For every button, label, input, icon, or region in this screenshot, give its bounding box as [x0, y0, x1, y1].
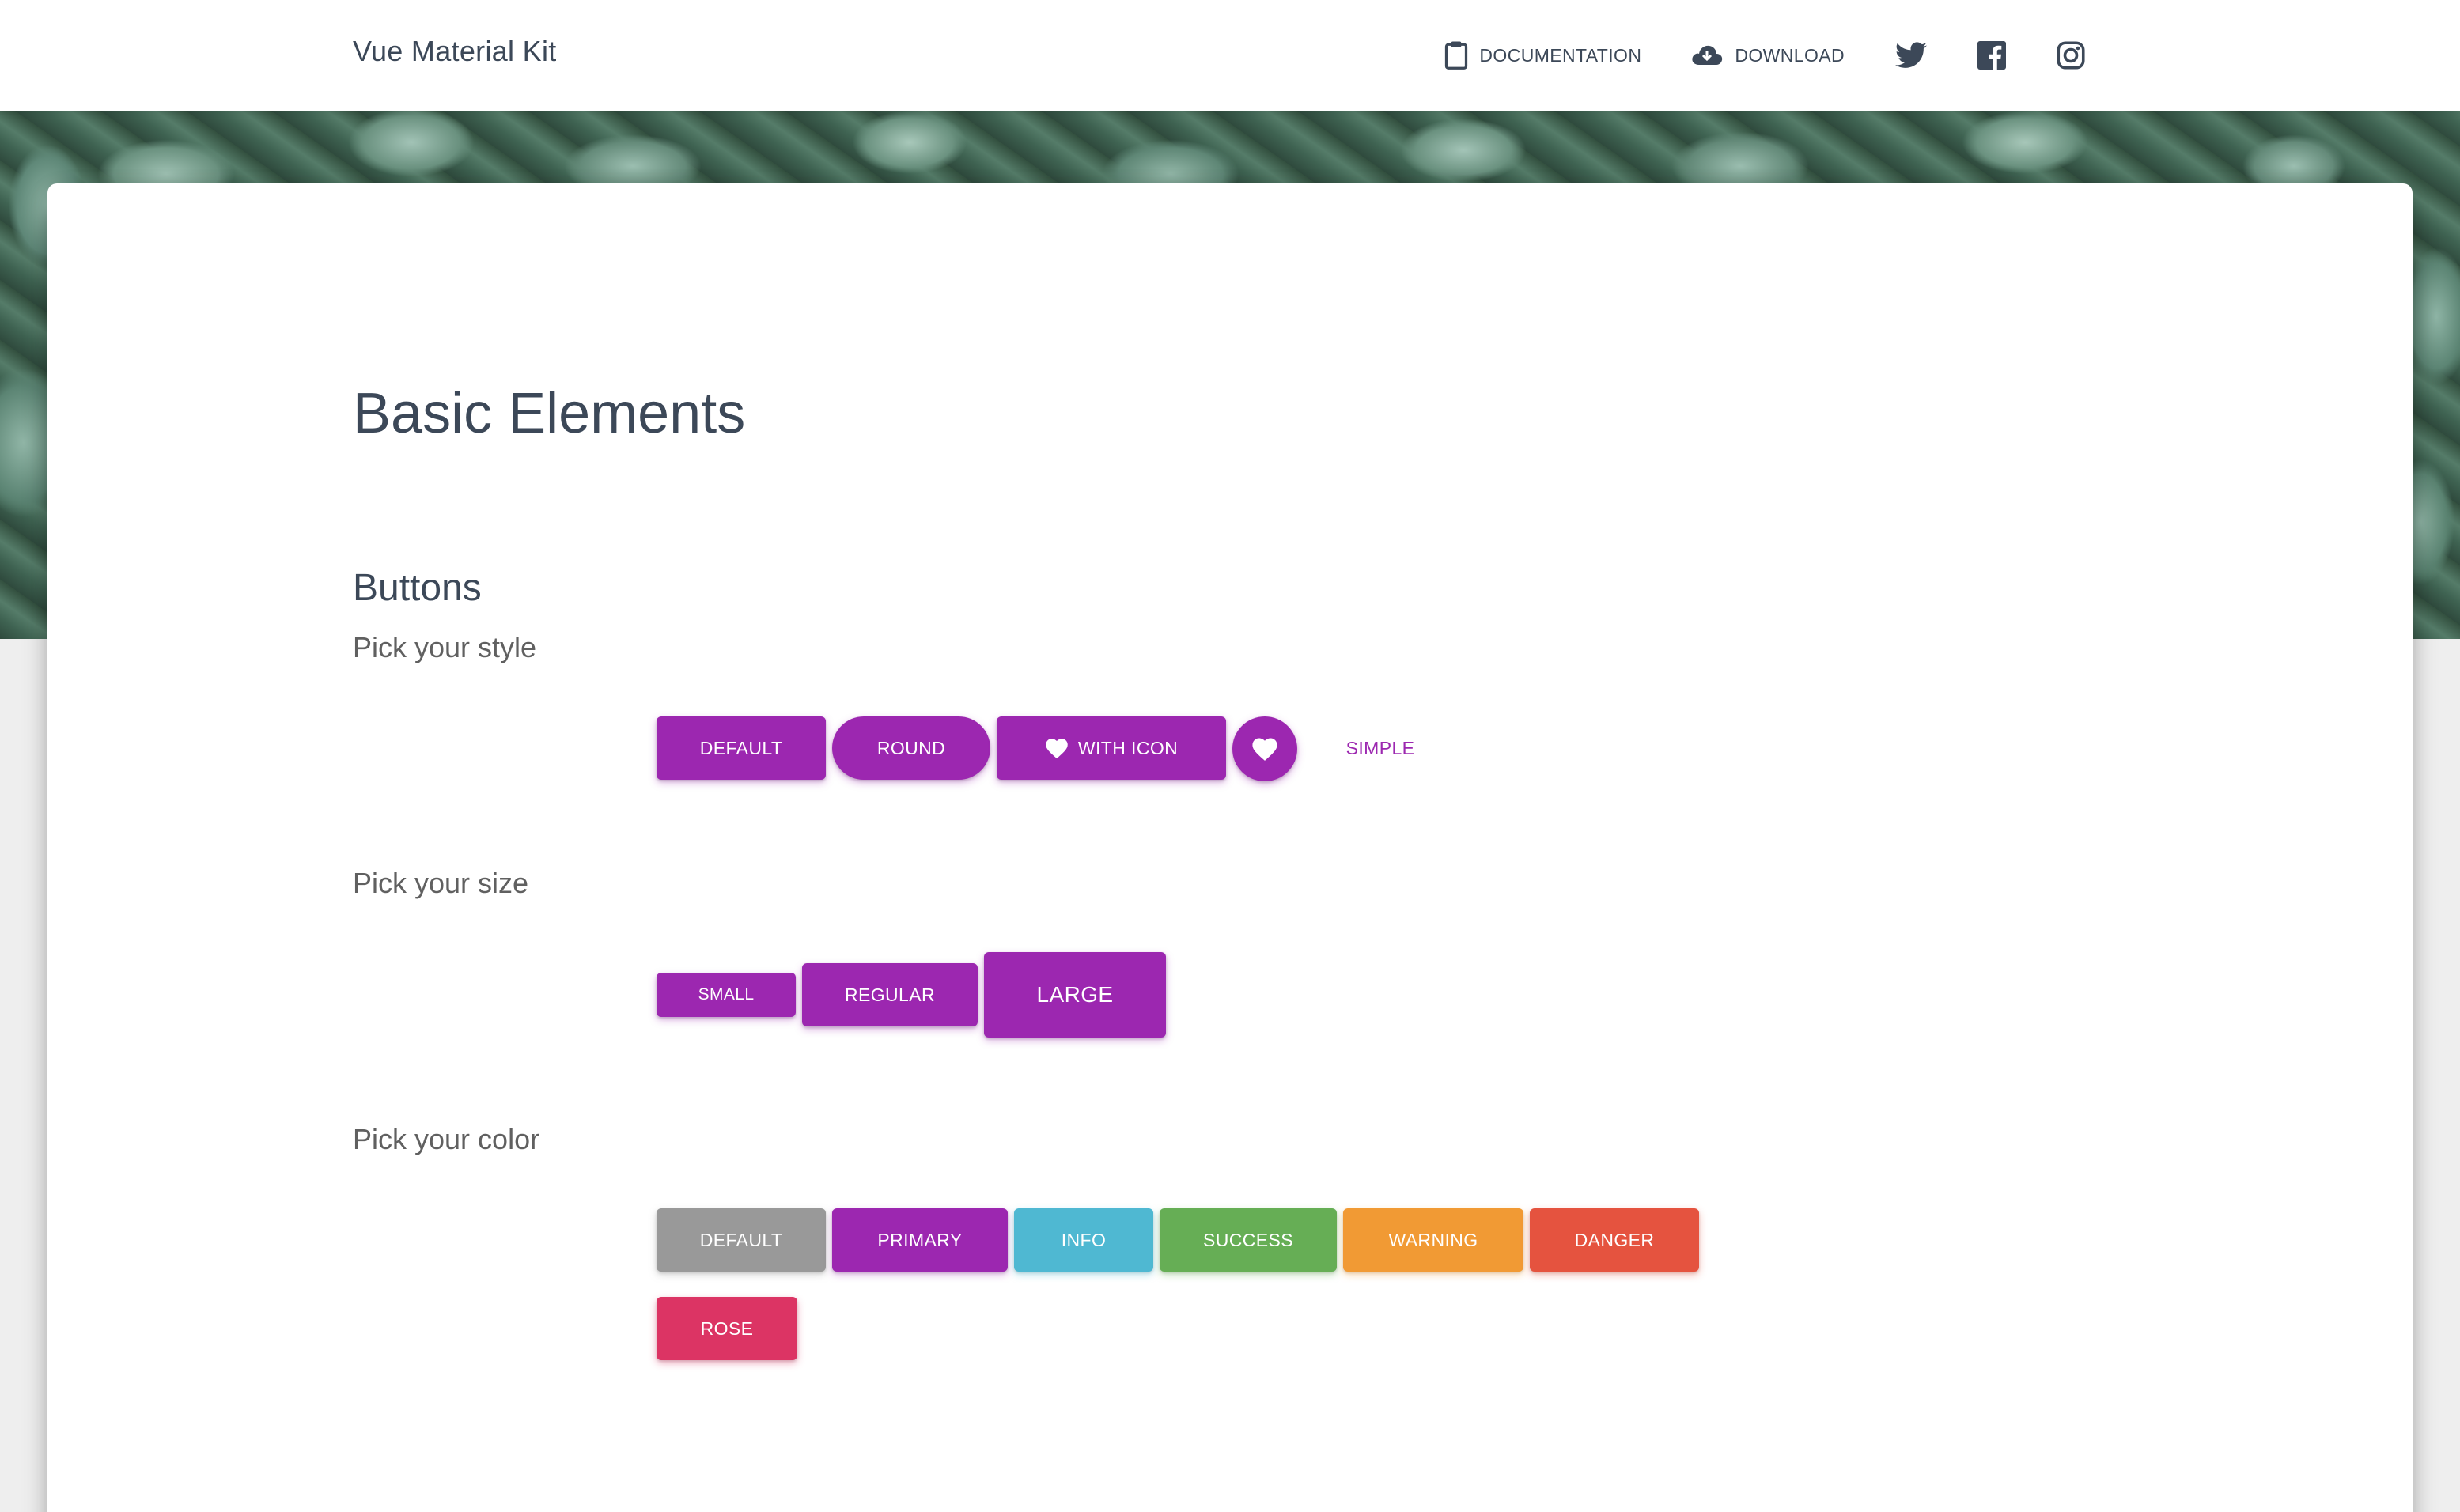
- twitter-icon[interactable]: [1895, 42, 1927, 69]
- regular-label: REGULAR: [845, 984, 935, 1005]
- round-label: ROUND: [876, 737, 946, 758]
- default-style-button[interactable]: DEFAULT: [657, 716, 826, 780]
- danger-label: DANGER: [1574, 1229, 1655, 1250]
- with-icon-label: WITH ICON: [1077, 737, 1179, 758]
- danger-button[interactable]: DANGER: [1530, 1208, 1699, 1272]
- subtitle-size: Pick your size: [353, 867, 529, 899]
- success-button[interactable]: SUCCESS: [1160, 1208, 1337, 1272]
- download-link[interactable]: DOWNLOAD: [1690, 43, 1845, 67]
- clipboard-icon: [1444, 40, 1468, 70]
- top-navbar: Vue Material Kit DOCUMENTATION DOWNLOAD: [0, 0, 2460, 111]
- heart-fab-button[interactable]: [1232, 716, 1297, 781]
- content-card: Basic Elements Buttons Pick your style D…: [47, 183, 2413, 1512]
- info-label: INFO: [1061, 1229, 1107, 1250]
- cloud-download-icon: [1690, 43, 1724, 67]
- large-button[interactable]: LARGE: [984, 952, 1166, 1038]
- with-icon-button[interactable]: WITH ICON: [997, 716, 1226, 780]
- documentation-label: DOCUMENTATION: [1479, 44, 1642, 66]
- rose-label: ROSE: [700, 1317, 754, 1339]
- section-title-buttons: Buttons: [353, 567, 482, 609]
- page: Vue Material Kit DOCUMENTATION DOWNLOAD …: [0, 0, 2460, 1512]
- success-label: SUCCESS: [1203, 1229, 1293, 1250]
- facebook-icon[interactable]: [1977, 41, 2006, 70]
- primary-button[interactable]: PRIMARY: [832, 1208, 1008, 1272]
- heart-icon: [1045, 737, 1069, 759]
- default-style-label: DEFAULT: [699, 737, 783, 758]
- small-button[interactable]: SMALL: [657, 973, 796, 1017]
- small-label: SMALL: [698, 985, 755, 1004]
- primary-label: PRIMARY: [877, 1229, 963, 1250]
- subtitle-style: Pick your style: [353, 631, 537, 663]
- heart-icon: [1251, 736, 1278, 762]
- info-button[interactable]: INFO: [1014, 1208, 1153, 1272]
- rose-button[interactable]: ROSE: [657, 1297, 797, 1360]
- warning-button[interactable]: WARNING: [1343, 1208, 1523, 1272]
- warning-label: WARNING: [1388, 1229, 1478, 1250]
- brand-logo[interactable]: Vue Material Kit: [353, 35, 557, 68]
- simple-label: SIMPLE: [1345, 737, 1415, 758]
- default-color-button[interactable]: DEFAULT: [657, 1208, 826, 1272]
- simple-button[interactable]: SIMPLE: [1321, 716, 1440, 780]
- nav-links: DOCUMENTATION DOWNLOAD: [1444, 0, 2085, 111]
- round-button[interactable]: ROUND: [832, 716, 990, 780]
- subtitle-color: Pick your color: [353, 1123, 540, 1155]
- large-label: LARGE: [1036, 982, 1114, 1007]
- instagram-icon[interactable]: [2057, 41, 2085, 70]
- documentation-link[interactable]: DOCUMENTATION: [1444, 40, 1641, 70]
- download-label: DOWNLOAD: [1735, 44, 1845, 66]
- default-color-label: DEFAULT: [699, 1229, 783, 1250]
- page-title: Basic Elements: [353, 382, 746, 445]
- regular-button[interactable]: REGULAR: [802, 963, 978, 1026]
